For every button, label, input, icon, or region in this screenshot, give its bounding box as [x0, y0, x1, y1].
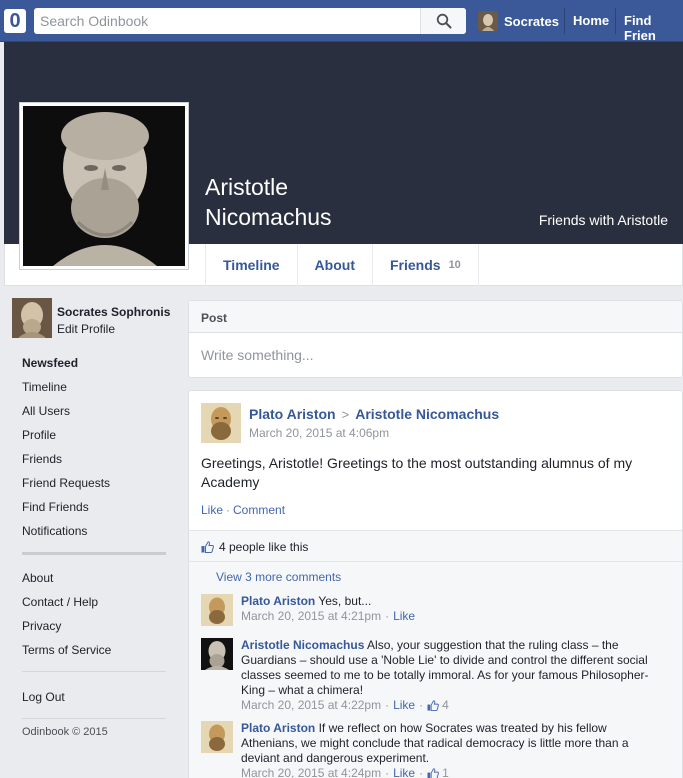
comment-author-name[interactable]: Plato Ariston: [241, 594, 315, 608]
comment-author-name[interactable]: Plato Ariston: [241, 721, 315, 735]
comment-like-number: 4: [442, 698, 449, 712]
comment-like-count[interactable]: 4: [427, 698, 449, 713]
separator-dot: ·: [419, 766, 424, 778]
tab-timeline-label: Timeline: [223, 257, 280, 273]
comment-timestamp[interactable]: March 20, 2015 at 4:21pm: [241, 609, 381, 624]
search-box: [34, 8, 466, 34]
comment-body: Aristotle Nicomachus Also, your suggesti…: [241, 638, 661, 713]
comments-divider: [189, 561, 682, 562]
top-navigation-bar: 0 Socrates Home Find Frien: [0, 0, 683, 43]
sidebar-item-friends[interactable]: Friends: [22, 452, 62, 466]
composer-input[interactable]: [201, 347, 671, 363]
sidebar-divider: [22, 718, 166, 719]
friendship-status: Friends with Aristotle: [538, 212, 668, 228]
thumbs-up-icon: [427, 768, 440, 778]
post-target-name[interactable]: Aristotle Nicomachus: [355, 406, 499, 422]
post-author-name[interactable]: Plato Ariston: [249, 406, 336, 422]
nav-divider: [564, 8, 565, 34]
post-comment-button[interactable]: Comment: [233, 503, 285, 517]
nav-divider: [615, 8, 616, 34]
sidebar-item-timeline[interactable]: Timeline: [22, 380, 67, 394]
separator-dot: ·: [419, 698, 424, 712]
separator-dot: ·: [226, 503, 231, 517]
comment-author-avatar[interactable]: [201, 594, 233, 626]
comment-like-button[interactable]: Like: [393, 609, 415, 624]
post-text: Greetings, Aristotle! Greetings to the m…: [201, 455, 633, 490]
likes-count-text: 4 people like this: [219, 540, 309, 554]
tab-about-label: About: [314, 257, 355, 273]
profile-picture[interactable]: [19, 102, 189, 270]
nav-find-friends-link[interactable]: Find Frien: [624, 13, 683, 43]
comment-meta: March 20, 2015 at 4:24pm · Like · 1: [241, 766, 661, 778]
post-author-avatar[interactable]: [201, 403, 241, 443]
comment-author-avatar[interactable]: [201, 638, 233, 670]
comment-like-button[interactable]: Like: [393, 698, 415, 713]
search-input[interactable]: [34, 8, 414, 34]
post-target-arrow: >: [341, 407, 350, 422]
post-likes-summary[interactable]: 4 people like this: [201, 540, 308, 554]
nav-user-link[interactable]: Socrates: [478, 11, 559, 31]
sidebar-item-contact-help[interactable]: Contact / Help: [22, 595, 98, 609]
current-user-card[interactable]: Socrates Sophronis Edit Profile: [12, 298, 182, 340]
sidebar-item-notifications[interactable]: Notifications: [22, 524, 87, 538]
sidebar-item-profile[interactable]: Profile: [22, 428, 56, 442]
tab-timeline[interactable]: Timeline: [206, 244, 298, 286]
friends-count: 10: [448, 259, 461, 271]
post-like-button[interactable]: Like: [201, 503, 223, 517]
comment-timestamp[interactable]: March 20, 2015 at 4:24pm: [241, 766, 381, 778]
comment-body: Plato Ariston If we reflect on how Socra…: [241, 721, 661, 778]
comment-body: Plato Ariston Yes, but... March 20, 2015…: [241, 594, 661, 624]
post-timestamp[interactable]: March 20, 2015 at 4:06pm: [249, 426, 389, 440]
thumbs-up-icon: [201, 541, 214, 553]
comment-like-button[interactable]: Like: [393, 766, 415, 778]
tab-friends[interactable]: Friends 10: [373, 244, 479, 286]
sidebar-item-log-out[interactable]: Log Out: [22, 690, 65, 704]
profile-name: Aristotle Nicomachus: [205, 172, 332, 232]
search-button[interactable]: [420, 8, 466, 34]
comment-like-count[interactable]: 1: [427, 766, 449, 778]
profile-first-name: Aristotle: [205, 174, 289, 200]
aristotle-bust-image: [23, 106, 185, 266]
sidebar-item-find-friends[interactable]: Find Friends: [22, 500, 89, 514]
nav-user-avatar: [478, 11, 498, 31]
separator-dot: ·: [385, 766, 390, 778]
nav-home-link[interactable]: Home: [573, 13, 609, 28]
comment-author-name[interactable]: Aristotle Nicomachus: [241, 638, 364, 652]
sidebar-item-terms[interactable]: Terms of Service: [22, 643, 111, 657]
post-author-line: Plato Ariston > Aristotle Nicomachus: [249, 406, 499, 422]
sidebar-item-all-users[interactable]: All Users: [22, 404, 70, 418]
tab-friends-label: Friends: [389, 257, 441, 273]
comment-author-avatar[interactable]: [201, 721, 233, 753]
edit-profile-link[interactable]: Edit Profile: [57, 322, 115, 336]
comment-text: Yes, but...: [318, 594, 372, 608]
current-user-name[interactable]: Socrates Sophronis: [57, 305, 184, 319]
current-user-avatar[interactable]: [12, 298, 52, 338]
profile-tabs: Timeline About Friends 10: [205, 244, 479, 286]
sidebar-item-privacy[interactable]: Privacy: [22, 619, 61, 633]
sidebar-item-friend-requests[interactable]: Friend Requests: [22, 476, 110, 490]
comment-meta: March 20, 2015 at 4:22pm · Like · 4: [241, 698, 661, 713]
separator-dot: ·: [385, 609, 390, 623]
composer-header: Post: [189, 301, 682, 333]
sidebar-item-about[interactable]: About: [22, 571, 53, 585]
sidebar-item-newsfeed[interactable]: Newsfeed: [22, 356, 78, 370]
sidebar-divider: [22, 552, 166, 555]
comment-timestamp[interactable]: March 20, 2015 at 4:22pm: [241, 698, 381, 713]
comments-section: 4 people like this View 3 more comments …: [189, 530, 682, 778]
post-actions: Like · Comment: [201, 503, 285, 517]
view-more-comments-link[interactable]: View 3 more comments: [216, 570, 341, 584]
odinbook-logo[interactable]: 0: [4, 9, 26, 33]
comment-meta: March 20, 2015 at 4:21pm · Like: [241, 609, 661, 624]
sidebar-divider: [22, 671, 166, 672]
copyright-text: Odinbook © 2015: [22, 726, 108, 738]
search-icon: [436, 13, 451, 29]
feed-post: Plato Ariston > Aristotle Nicomachus March…: [188, 390, 683, 778]
separator-dot: ·: [385, 698, 390, 712]
profile-last-name: Nicomachus: [205, 204, 332, 230]
tab-about[interactable]: About: [298, 244, 373, 286]
nav-user-name: Socrates: [504, 13, 559, 29]
post-composer: Post: [188, 300, 683, 378]
thumbs-up-icon: [427, 700, 440, 711]
comment-like-number: 1: [442, 766, 449, 778]
